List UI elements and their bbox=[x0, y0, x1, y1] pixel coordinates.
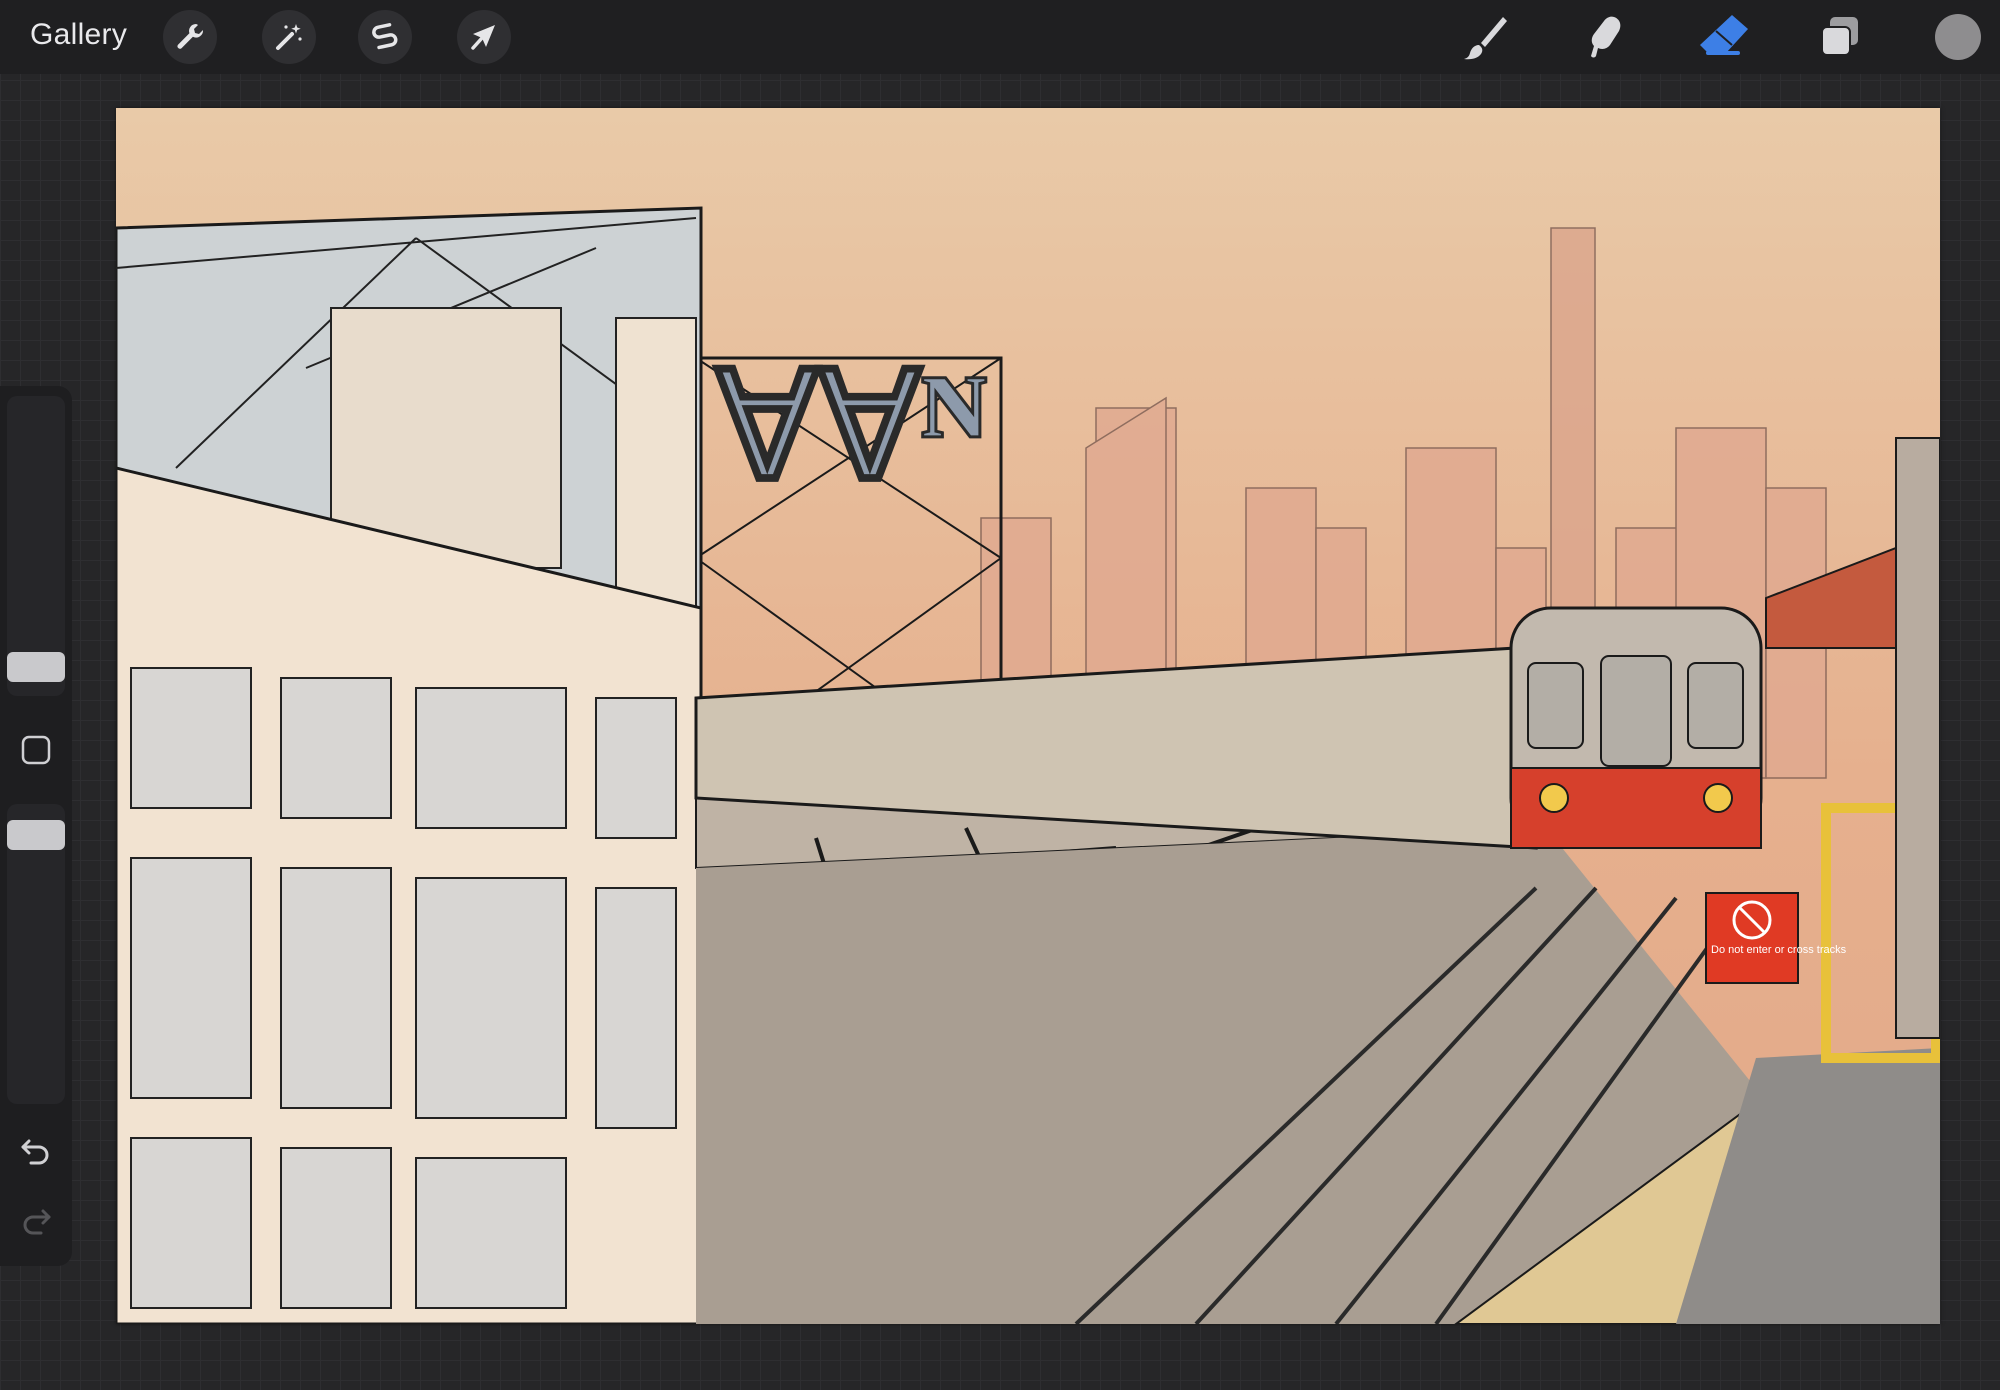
transform-button[interactable] bbox=[457, 10, 511, 64]
layers-button[interactable] bbox=[1811, 8, 1869, 66]
brush-button[interactable] bbox=[1456, 8, 1514, 66]
drawing-canvas[interactable]: Ɐ∀ᴺ Do not enter or cross tracks bbox=[116, 108, 1940, 1324]
billboard-letters: Ɐ∀ᴺ bbox=[713, 345, 987, 511]
undo-button[interactable] bbox=[16, 1130, 56, 1170]
gallery-button[interactable]: Gallery bbox=[30, 18, 127, 52]
artwork-illustration: Ɐ∀ᴺ Do not enter or cross tracks bbox=[116, 108, 1940, 1324]
procreate-app: Gallery Ɐ∀ᴺ Do not enter or cross tracks bbox=[0, 0, 2000, 1390]
layers-icon bbox=[1821, 17, 1858, 56]
undo-arrow-icon bbox=[21, 1139, 49, 1165]
magic-wand-icon bbox=[276, 24, 302, 50]
selection-s-icon bbox=[372, 23, 398, 50]
top-toolbar: Gallery bbox=[0, 0, 2000, 74]
left-sidebar bbox=[0, 386, 72, 1266]
actions-button[interactable] bbox=[163, 10, 217, 64]
brush-icon bbox=[1464, 17, 1507, 60]
redo-arrow-icon bbox=[23, 1209, 51, 1235]
eraser-button[interactable] bbox=[1695, 8, 1753, 66]
redo-button[interactable] bbox=[16, 1200, 56, 1240]
color-picker-button[interactable] bbox=[1935, 14, 1981, 60]
eraser-icon bbox=[1700, 15, 1748, 55]
smudge-finger-icon bbox=[1591, 16, 1621, 58]
brush-size-thumb[interactable] bbox=[7, 652, 65, 682]
adjustments-button[interactable] bbox=[262, 10, 316, 64]
opacity-thumb[interactable] bbox=[7, 820, 65, 850]
smudge-button[interactable] bbox=[1575, 8, 1633, 66]
selection-button[interactable] bbox=[358, 10, 412, 64]
modify-button[interactable] bbox=[20, 734, 52, 766]
brush-size-slider[interactable] bbox=[7, 396, 65, 696]
wrench-icon bbox=[177, 24, 204, 49]
square-icon bbox=[21, 735, 51, 765]
warning-sign-text: Do not enter or cross tracks bbox=[1711, 944, 1847, 956]
arrow-cursor-icon bbox=[471, 25, 495, 50]
warehouse-building bbox=[116, 206, 703, 1324]
